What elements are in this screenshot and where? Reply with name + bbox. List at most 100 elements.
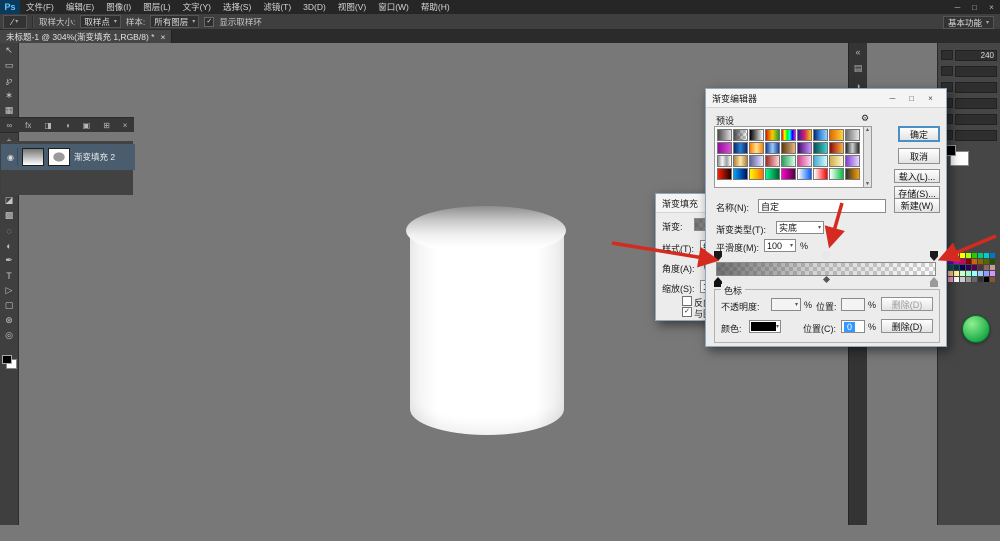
color-swatch[interactable] (948, 265, 953, 270)
gradient-preset[interactable] (781, 168, 796, 180)
color-swatch[interactable] (960, 277, 965, 282)
dodge-tool[interactable]: ◐ (0, 238, 18, 253)
reverse-checkbox[interactable] (682, 296, 692, 306)
gradient-preset[interactable] (765, 129, 780, 141)
color-swatch[interactable] (978, 259, 983, 264)
opacity-stop-left[interactable] (714, 251, 722, 261)
color-swatch[interactable] (984, 265, 989, 270)
layer-thumbnail[interactable] (22, 148, 44, 166)
color-swatch[interactable] (954, 253, 959, 258)
property-field[interactable] (955, 66, 997, 77)
color-swatch[interactable] (954, 271, 959, 276)
color-swatch[interactable] (978, 253, 983, 258)
gradient-preset[interactable] (797, 142, 812, 154)
color-swatch[interactable] (990, 253, 995, 258)
gradient-preset[interactable] (733, 155, 748, 167)
scroll-down-icon[interactable]: ▼ (865, 181, 870, 187)
gradient-tool[interactable]: ▩ (0, 208, 18, 223)
minimize-dialog-icon[interactable]: ─ (883, 91, 902, 105)
property-field[interactable] (955, 130, 997, 141)
color-swatch[interactable] (966, 271, 971, 276)
color-swatch[interactable] (984, 259, 989, 264)
layer-mask-icon[interactable]: ◨ (44, 121, 52, 130)
gradient-preset[interactable] (749, 129, 764, 141)
gradient-preset[interactable] (845, 168, 860, 180)
gradient-preset[interactable] (829, 155, 844, 167)
gradient-preset[interactable] (813, 129, 828, 141)
color-swatch[interactable] (948, 277, 953, 282)
color-swatch[interactable] (990, 259, 995, 264)
gradient-preset[interactable] (781, 129, 796, 141)
menu-item[interactable]: 编辑(E) (60, 0, 100, 14)
pen-tool[interactable]: ✒ (0, 253, 18, 268)
color-swatch[interactable] (966, 277, 971, 282)
color-swatch[interactable] (966, 259, 971, 264)
stop-opacity-field[interactable]: ▾ (771, 298, 801, 311)
hand-tool[interactable]: ⊛ (0, 313, 18, 328)
delete-opacity-stop-button[interactable]: 删除(D) (881, 297, 933, 311)
color-swatch[interactable] (972, 271, 977, 276)
close-tab-icon[interactable]: × (160, 32, 165, 42)
new-layer-icon[interactable]: ⊞ (103, 121, 110, 130)
menu-item[interactable]: 视图(V) (332, 0, 372, 14)
menu-item[interactable]: 图层(L) (137, 0, 176, 14)
layer-mask-thumbnail[interactable] (48, 148, 70, 166)
shape-tool[interactable]: ▢ (0, 298, 18, 313)
menu-item[interactable]: 3D(D) (297, 0, 332, 14)
gradient-preset[interactable] (749, 142, 764, 154)
layer-visibility-eye-icon[interactable]: ◉ (4, 148, 18, 166)
scroll-up-icon[interactable]: ▲ (865, 127, 870, 133)
foreground-background-swatches[interactable] (2, 355, 16, 369)
color-swatch[interactable] (972, 259, 977, 264)
presets-scrollbar[interactable]: ▲ ▼ (863, 126, 872, 188)
color-swatch[interactable] (960, 265, 965, 270)
color-swatch[interactable] (990, 265, 995, 270)
close-dialog-icon[interactable]: × (921, 91, 940, 105)
menu-item[interactable]: 滤镜(T) (257, 0, 297, 14)
gear-icon[interactable]: ⚙ (861, 113, 869, 124)
delete-layer-icon[interactable]: × (123, 121, 128, 130)
path-selection-tool[interactable]: ▷ (0, 283, 18, 298)
layer-effects-icon[interactable]: fx (25, 121, 31, 130)
gradient-preset[interactable] (749, 168, 764, 180)
color-swatch[interactable] (948, 271, 953, 276)
gradient-preset[interactable] (845, 129, 860, 141)
gradient-preset[interactable] (733, 142, 748, 154)
color-stop-right[interactable] (930, 277, 938, 287)
gradient-preset[interactable] (765, 142, 780, 154)
color-panel-swatches[interactable] (943, 145, 973, 169)
color-swatch[interactable] (966, 253, 971, 258)
color-swatch[interactable] (948, 259, 953, 264)
property-field[interactable] (955, 98, 997, 109)
color-swatch[interactable] (948, 253, 953, 258)
color-swatch[interactable] (954, 277, 959, 282)
gradient-preset[interactable] (845, 142, 860, 154)
color-swatch[interactable] (990, 271, 995, 276)
gradient-preset[interactable] (717, 155, 732, 167)
align-with-layer-checkbox[interactable]: ✓ (682, 307, 692, 317)
link-layers-icon[interactable]: ∞ (6, 121, 12, 130)
color-swatch[interactable] (972, 265, 977, 270)
blur-tool[interactable]: ◌ (0, 223, 18, 238)
screen-record-button[interactable] (962, 315, 990, 343)
color-swatch[interactable] (960, 253, 965, 258)
gradient-name-input[interactable]: 自定 (758, 199, 886, 213)
workspace-switcher[interactable]: 基本功能 ▾ (943, 16, 994, 29)
opacity-stop-middle[interactable] (822, 251, 830, 261)
stop-position-field[interactable] (841, 298, 865, 311)
gradient-preset[interactable] (765, 168, 780, 180)
gradient-type-select[interactable]: 实底 ▾ (776, 221, 824, 234)
new-gradient-button[interactable]: 新建(W) (894, 198, 940, 213)
color-swatch[interactable] (972, 253, 977, 258)
color-swatch[interactable] (978, 265, 983, 270)
gradient-preset[interactable] (829, 142, 844, 154)
move-tool[interactable]: ↖ (0, 43, 18, 58)
gradient-preset[interactable] (717, 142, 732, 154)
ok-button[interactable]: 确定 (898, 126, 940, 142)
color-swatch[interactable] (966, 265, 971, 270)
show-sampling-ring-checkbox[interactable]: ✓ (204, 17, 214, 27)
gradient-preset[interactable] (781, 155, 796, 167)
color-swatch[interactable] (984, 253, 989, 258)
menu-item[interactable]: 文字(Y) (177, 0, 217, 14)
maximize-dialog-icon[interactable]: □ (902, 91, 921, 105)
